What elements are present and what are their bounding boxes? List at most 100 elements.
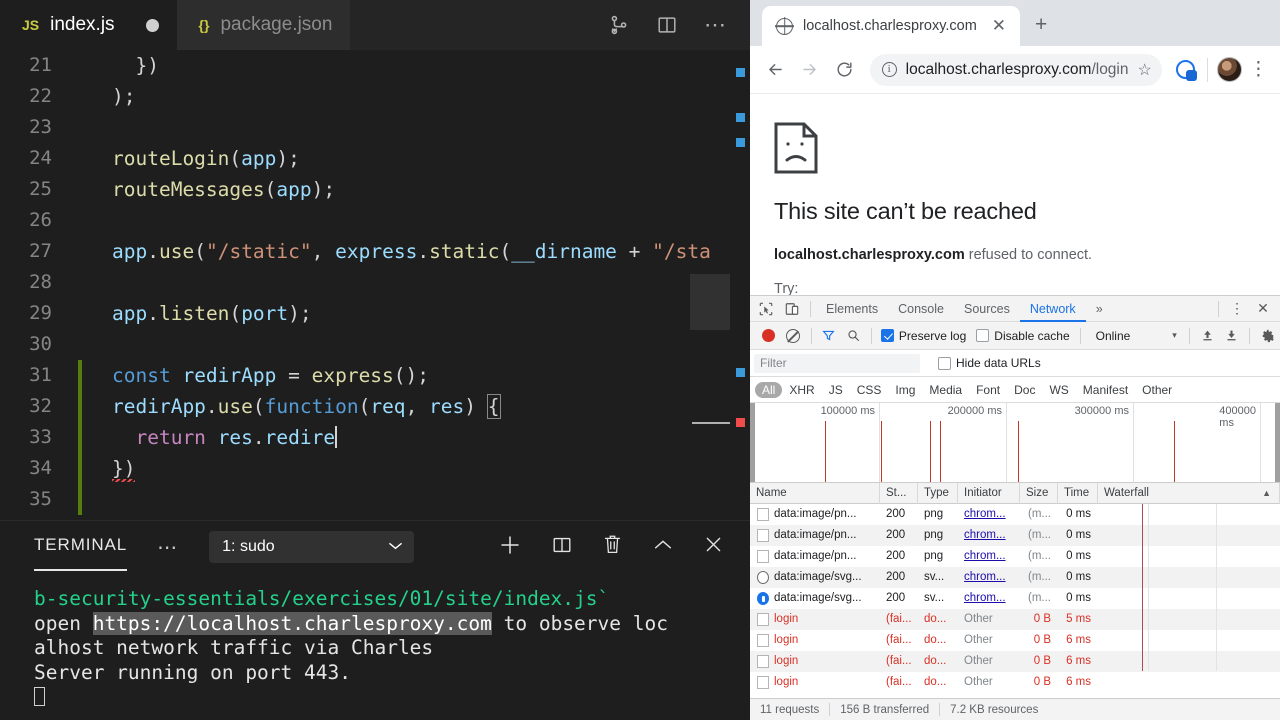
type-filter-ws[interactable]: WS [1042, 382, 1075, 398]
column-header-name[interactable]: Name [750, 482, 880, 504]
panel-more-icon[interactable]: ⋯ [157, 535, 179, 560]
column-header-status[interactable]: St... [880, 482, 918, 504]
source-control-icon[interactable] [608, 14, 630, 36]
request-initiator[interactable]: chrom... [958, 504, 1020, 525]
type-filter-manifest[interactable]: Manifest [1076, 382, 1135, 398]
close-tab-icon[interactable]: ✕ [988, 16, 1010, 36]
type-filter-xhr[interactable]: XHR [782, 382, 821, 398]
divider [870, 327, 872, 344]
address-bar[interactable]: i localhost.charlesproxy.com/login ☆ [869, 53, 1162, 86]
document-icon [757, 655, 769, 668]
code-editor[interactable]: 21 }) 22 ); 23 24 routeLogin(app); 25 ro… [0, 50, 750, 520]
code-line: 28 [0, 267, 750, 298]
bookmark-star-icon[interactable]: ☆ [1138, 60, 1152, 80]
code-token: }) [112, 54, 159, 77]
column-header-time[interactable]: Time [1058, 482, 1098, 504]
table-row[interactable]: login (fai... do... Other 0 B 6 ms [750, 651, 1280, 672]
import-har-icon[interactable] [1195, 323, 1220, 349]
export-har-icon[interactable] [1220, 323, 1245, 349]
column-header-size[interactable]: Size [1020, 482, 1058, 504]
reload-button[interactable] [829, 53, 860, 87]
table-row[interactable]: data:image/pn... 200 png chrom... (m... … [750, 525, 1280, 546]
devtools-close-icon[interactable]: ✕ [1250, 296, 1276, 322]
split-editor-icon[interactable] [656, 14, 678, 36]
terminal-url-highlight[interactable]: https://localhost.charlesproxy.com [92, 611, 492, 635]
hide-data-urls-checkbox[interactable]: Hide data URLs [938, 356, 1041, 370]
terminal-output[interactable]: b-security-essentials/exercises/01/site/… [0, 573, 750, 710]
panel-tab-terminal[interactable]: TERMINAL [34, 535, 128, 571]
unsaved-dot-icon[interactable] [145, 18, 159, 32]
tab-elements[interactable]: Elements [816, 296, 888, 322]
table-row[interactable]: data:image/pn... 200 png chrom... (m... … [750, 504, 1280, 525]
device-toolbar-icon[interactable] [779, 296, 805, 322]
type-filter-media[interactable]: Media [922, 382, 969, 398]
code-text: routeLogin(app); [112, 147, 300, 170]
forward-button[interactable] [795, 53, 826, 87]
sort-ascending-icon[interactable]: ▲ [1262, 483, 1279, 504]
request-initiator[interactable]: chrom... [958, 525, 1020, 546]
terminal-selector-dropdown[interactable]: 1: sudo [209, 531, 415, 563]
table-row[interactable]: data:image/pn... 200 png chrom... (m... … [750, 546, 1280, 567]
overview-right-handle[interactable] [1275, 403, 1280, 482]
extension-icon[interactable] [1172, 60, 1199, 81]
editor-tab-index-js[interactable]: JS index.js [0, 0, 177, 50]
tabs-overflow-icon[interactable]: » [1086, 296, 1113, 322]
table-row[interactable]: data:image/svg... 200 sv... chrom... (m.… [750, 567, 1280, 588]
gear-icon[interactable] [1255, 323, 1280, 349]
more-actions-icon[interactable]: ⋯ [704, 14, 726, 36]
new-tab-button[interactable]: + [1035, 13, 1047, 37]
column-header-type[interactable]: Type [918, 482, 958, 504]
code-line: 21 }) [0, 50, 750, 81]
type-filter-font[interactable]: Font [969, 382, 1007, 398]
type-filter-css[interactable]: CSS [850, 382, 889, 398]
request-initiator[interactable]: chrom... [958, 546, 1020, 567]
site-info-icon[interactable]: i [881, 62, 897, 77]
type-filter-js[interactable]: JS [822, 382, 850, 398]
overview-ruler[interactable] [730, 50, 750, 520]
new-terminal-icon[interactable] [498, 533, 522, 562]
column-header-waterfall[interactable]: Waterfall ▲ [1098, 482, 1280, 504]
table-row[interactable]: login (fai... do... Other 0 B 6 ms [750, 672, 1280, 693]
tab-sources[interactable]: Sources [954, 296, 1020, 322]
type-filter-img[interactable]: Img [888, 382, 922, 398]
browser-tab[interactable]: localhost.charlesproxy.com ✕ [762, 6, 1020, 46]
type-filter-other[interactable]: Other [1135, 382, 1179, 398]
close-panel-icon[interactable] [703, 534, 724, 560]
maximize-panel-icon[interactable] [652, 537, 674, 558]
table-row[interactable]: login (fai... do... Other 0 B 5 ms [750, 609, 1280, 630]
chevron-down-icon[interactable]: ▾ [1172, 330, 1177, 341]
minimap-slider[interactable] [690, 274, 730, 330]
type-filter-all[interactable]: All [755, 381, 783, 398]
type-filter-doc[interactable]: Doc [1007, 382, 1042, 398]
split-terminal-icon[interactable] [551, 534, 573, 561]
code-token: req [370, 395, 406, 418]
table-row[interactable]: data:image/svg... 200 sv... chrom... (m.… [750, 588, 1280, 609]
filter-icon[interactable] [816, 323, 841, 349]
back-button[interactable] [760, 53, 791, 87]
table-row[interactable]: login (fai... do... Other 0 B 6 ms [750, 630, 1280, 651]
request-initiator[interactable]: chrom... [958, 588, 1020, 609]
tab-console[interactable]: Console [888, 296, 954, 322]
browser-menu-icon[interactable]: ⋮ [1247, 58, 1270, 81]
record-button[interactable] [756, 323, 781, 349]
code-token: ); [112, 85, 136, 108]
tab-network[interactable]: Network [1019, 296, 1086, 322]
clear-button[interactable] [781, 323, 806, 349]
editor-tab-package-json[interactable]: {} package.json [176, 0, 351, 50]
filter-input[interactable]: Filter [754, 353, 920, 373]
avatar[interactable] [1216, 57, 1243, 82]
overview-marker [736, 68, 745, 77]
request-initiator[interactable]: chrom... [958, 567, 1020, 588]
search-icon[interactable] [841, 323, 866, 349]
code-token: use [158, 240, 195, 263]
devtools-more-icon[interactable]: ⋮ [1224, 296, 1250, 322]
disable-cache-checkbox[interactable]: Disable cache [976, 329, 1070, 343]
throttling-select[interactable]: Online [1096, 329, 1131, 343]
inspect-element-icon[interactable] [753, 296, 779, 322]
line-number: 35 [29, 488, 52, 510]
network-overview-timeline[interactable]: 100000 ms 200000 ms 300000 ms 400000 ms [750, 403, 1280, 483]
preserve-log-checkbox[interactable]: Preserve log [880, 329, 966, 343]
overview-left-handle[interactable] [750, 403, 755, 482]
column-header-initiator[interactable]: Initiator [958, 482, 1020, 504]
kill-terminal-icon[interactable] [602, 533, 623, 561]
